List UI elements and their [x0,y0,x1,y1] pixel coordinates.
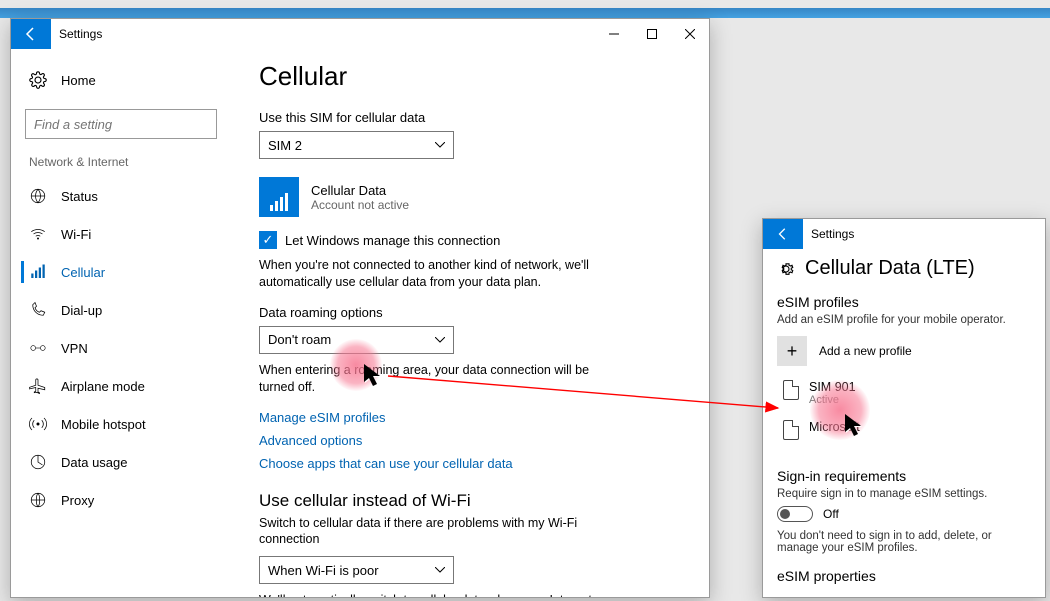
use-sim-dropdown[interactable]: SIM 2 [259,131,454,159]
wifi-dropdown-value: When Wi-Fi is poor [268,563,379,578]
signin-desc: Require sign in to manage eSIM settings. [777,488,1031,500]
profile-name: SIM 901 [809,380,856,394]
titlebar: Settings [763,219,1045,249]
nav-item-wifi[interactable]: Wi-Fi [11,215,231,253]
nav-item-hotspot[interactable]: Mobile hotspot [11,405,231,443]
nav-item-label: Proxy [61,493,94,508]
nav-item-dialup[interactable]: Dial-up [11,291,231,329]
vpn-icon [29,341,47,355]
status-icon [29,187,47,205]
nav-home[interactable]: Home [11,61,231,99]
chevron-down-icon [435,142,445,148]
wifi-section-desc: Switch to cellular data if there are pro… [259,515,599,549]
wifi-section-title: Use cellular instead of Wi-Fi [259,491,681,511]
nav-item-cellular[interactable]: Cellular [11,253,231,291]
profile-name: Microsoft [809,420,860,434]
roaming-value: Don't roam [268,332,331,347]
nav-item-label: Data usage [61,455,128,470]
nav-item-status[interactable]: Status [11,177,231,215]
settings-gear-icon [777,260,795,278]
data-usage-icon [29,453,47,471]
cellular-data-window: Settings Cellular Data (LTE) eSIM profil… [762,218,1046,598]
toggle-label: Off [823,507,839,521]
airplane-icon [29,377,47,395]
proxy-icon [29,491,47,509]
dialup-icon [29,301,47,319]
signin-footer: You don't need to sign in to add, delete… [777,530,1031,554]
settings-gear-icon [29,71,47,89]
add-profile-label: Add a new profile [819,344,912,358]
roaming-label: Data roaming options [259,305,681,320]
wifi-footer: We'll automatically switch to cellular d… [259,592,599,597]
nav-item-airplane[interactable]: Airplane mode [11,367,231,405]
nav-item-proxy[interactable]: Proxy [11,481,231,519]
use-sim-label: Use this SIM for cellular data [259,110,681,125]
nav-item-label: VPN [61,341,88,356]
content-pane: Cellular Data (LTE) eSIM profiles Add an… [763,249,1045,597]
profile-row-microsoft[interactable]: Microsoft [777,420,1031,440]
toggle-switch-icon [777,506,813,522]
nav-item-label: Wi-Fi [61,227,91,242]
page-title: Cellular Data (LTE) [777,257,1031,280]
roaming-dropdown[interactable]: Don't roam [259,326,454,354]
use-sim-value: SIM 2 [268,138,302,153]
manage-desc: When you're not connected to another kin… [259,257,599,291]
settings-window: Settings Home Network & Internet Status [10,18,710,598]
chevron-down-icon [435,567,445,573]
profile-row-sim901[interactable]: SIM 901 Active [777,380,1031,406]
signin-toggle[interactable]: Off [777,506,1031,522]
nav-item-label: Cellular [61,265,105,280]
signin-header: Sign-in requirements [777,468,1031,484]
esim-desc: Add an eSIM profile for your mobile oper… [777,314,1031,326]
nav-item-label: Dial-up [61,303,102,318]
search-box[interactable] [25,109,217,139]
titlebar: Settings [11,19,709,49]
nav-group-label: Network & Internet [11,153,231,177]
page-title-text: Cellular Data (LTE) [805,257,975,280]
props-header: eSIM properties [777,568,1031,584]
nav-item-label: Mobile hotspot [61,417,146,432]
sim-card-icon [783,380,799,400]
tile-secondary: Account not active [311,198,409,212]
link-manage-esim[interactable]: Manage eSIM profiles [259,410,681,425]
nav-home-label: Home [61,73,96,88]
window-title: Settings [811,227,854,241]
profile-status: Active [809,394,856,406]
add-profile-button[interactable]: + Add a new profile [777,336,1031,366]
chevron-down-icon [435,337,445,343]
checkmark-icon: ✓ [259,231,277,249]
minimize-button[interactable] [595,19,633,49]
nav-item-vpn[interactable]: VPN [11,329,231,367]
page-title: Cellular [259,61,681,92]
cellular-bars-icon [29,263,47,281]
esim-header: eSIM profiles [777,294,1031,310]
search-input[interactable] [34,117,212,132]
sim-card-icon [783,420,799,440]
window-title: Settings [59,27,102,41]
signal-bars-icon [259,177,299,217]
nav-item-label: Airplane mode [61,379,145,394]
back-button[interactable] [763,219,803,249]
back-button[interactable] [11,19,51,49]
nav-item-datausage[interactable]: Data usage [11,443,231,481]
hotspot-icon [29,415,47,433]
link-choose-apps[interactable]: Choose apps that can use your cellular d… [259,456,681,471]
maximize-button[interactable] [633,19,671,49]
plus-icon: + [777,336,807,366]
let-windows-manage-checkbox[interactable]: ✓ Let Windows manage this connection [259,231,681,249]
wifi-icon [29,225,47,243]
cellular-data-tile[interactable]: Cellular Data Account not active [259,177,681,217]
nav-sidebar: Home Network & Internet Status Wi-Fi Cel… [11,49,231,597]
close-button[interactable] [671,19,709,49]
wifi-dropdown[interactable]: When Wi-Fi is poor [259,556,454,584]
window-controls [595,19,709,49]
nav-item-label: Status [61,189,98,204]
link-advanced[interactable]: Advanced options [259,433,681,448]
let-windows-manage-label: Let Windows manage this connection [285,233,500,248]
roaming-desc: When entering a roaming area, your data … [259,362,599,396]
tile-primary: Cellular Data [311,183,409,198]
content-pane: Cellular Use this SIM for cellular data … [231,49,709,597]
